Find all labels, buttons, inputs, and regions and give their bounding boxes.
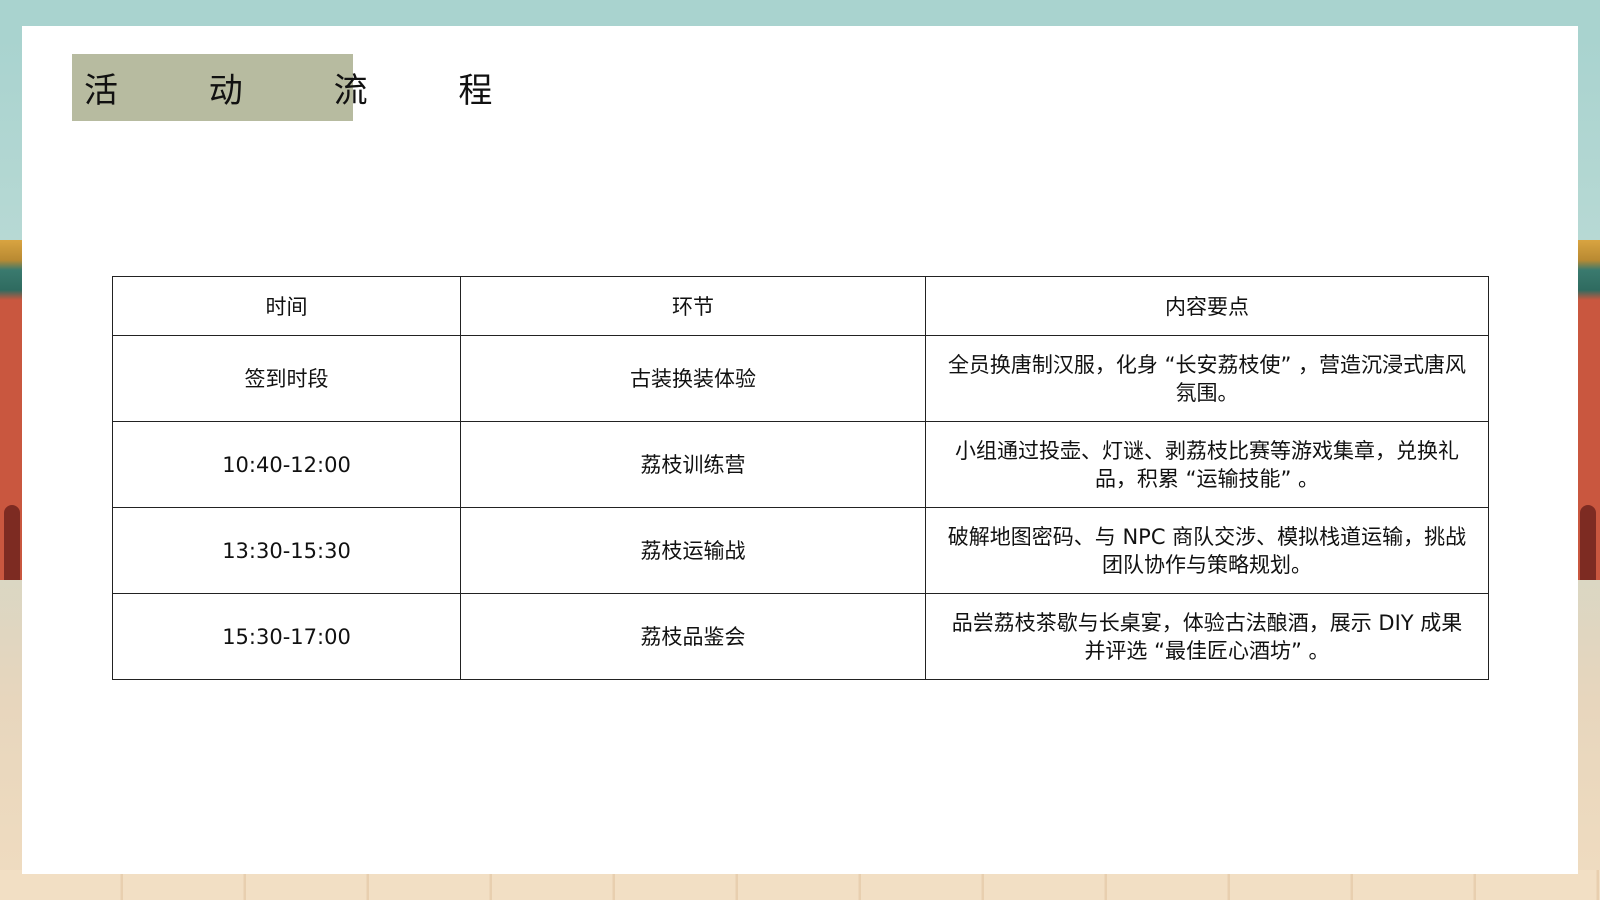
cell-stage: 荔枝运输战	[460, 507, 926, 594]
header-stage: 环节	[460, 276, 926, 336]
header-time: 时间	[112, 276, 461, 336]
schedule-table: 时间 环节 内容要点 签到时段 古装换装体验 全员换唐制汉服，化身 “长安荔枝使…	[112, 276, 1489, 680]
title-box: 活 动 流 程	[72, 54, 492, 121]
cell-content: 品尝荔枝茶歇与长桌宴，体验古法酿酒，展示 DIY 成果并评选 “最佳匠心酒坊” …	[925, 593, 1489, 680]
header-content: 内容要点	[925, 276, 1489, 336]
table-row: 15:30-17:00 荔枝品鉴会 品尝荔枝茶歇与长桌宴，体验古法酿酒，展示 D…	[112, 593, 1489, 680]
cell-stage: 荔枝训练营	[460, 421, 926, 508]
cell-content: 全员换唐制汉服，化身 “长安荔枝使” ，营造沉浸式唐风氛围。	[925, 335, 1489, 422]
ground-tiles	[0, 870, 1600, 900]
cell-time: 签到时段	[112, 335, 461, 422]
table-row: 10:40-12:00 荔枝训练营 小组通过投壶、灯谜、剥荔枝比赛等游戏集章，兑…	[112, 421, 1489, 508]
table-header-row: 时间 环节 内容要点	[112, 276, 1489, 336]
cell-time: 10:40-12:00	[112, 421, 461, 508]
slide-content-panel: 活 动 流 程 时间 环节 内容要点 签到时段 古装换装体验 全员换唐制汉服，化…	[22, 26, 1578, 874]
table-row: 签到时段 古装换装体验 全员换唐制汉服，化身 “长安荔枝使” ，营造沉浸式唐风氛…	[112, 335, 1489, 422]
page-title: 活 动 流 程	[84, 71, 533, 111]
cell-stage: 荔枝品鉴会	[460, 593, 926, 680]
slide-background: 活 动 流 程 时间 环节 内容要点 签到时段 古装换装体验 全员换唐制汉服，化…	[0, 0, 1600, 900]
cell-content: 小组通过投壶、灯谜、剥荔枝比赛等游戏集章，兑换礼品，积累 “运输技能” 。	[925, 421, 1489, 508]
cell-content: 破解地图密码、与 NPC 商队交涉、模拟栈道运输，挑战团队协作与策略规划。	[925, 507, 1489, 594]
cell-time: 13:30-15:30	[112, 507, 461, 594]
cell-time: 15:30-17:00	[112, 593, 461, 680]
table-row: 13:30-15:30 荔枝运输战 破解地图密码、与 NPC 商队交涉、模拟栈道…	[112, 507, 1489, 594]
cell-stage: 古装换装体验	[460, 335, 926, 422]
palace-door-left	[4, 505, 20, 580]
palace-door-right	[1580, 505, 1596, 580]
